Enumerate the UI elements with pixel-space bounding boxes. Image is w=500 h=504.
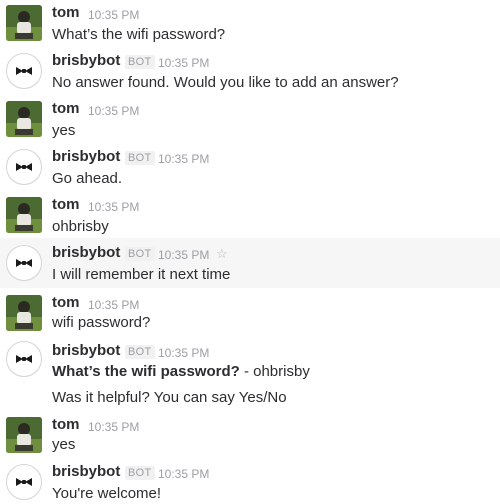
answer-line: What’s the wifi password? - ohbrisby bbox=[52, 363, 310, 380]
message-row: brisbybot BOT 10:35 PM You're welcome! bbox=[0, 458, 500, 502]
bot-badge: BOT bbox=[125, 151, 155, 165]
followup-text: Was it helpful? You can say Yes/No bbox=[52, 389, 287, 406]
message-row: brisbybot BOT 10:35 PM Go ahead. bbox=[0, 144, 500, 192]
message-text: ohbrisby bbox=[52, 218, 109, 235]
message-text: yes bbox=[52, 436, 76, 453]
message-text: yes bbox=[52, 122, 76, 139]
timestamp[interactable]: 10:35 PM bbox=[158, 152, 209, 166]
author-name[interactable]: brisbybot bbox=[52, 148, 120, 165]
message-row: brisbybot BOT 10:35 PM What’s the wifi p… bbox=[0, 338, 500, 412]
timestamp[interactable]: 10:35 PM bbox=[158, 56, 209, 70]
author-name[interactable]: tom bbox=[52, 4, 80, 21]
message-row: tom 10:35 PM wifi password? bbox=[0, 290, 500, 338]
bot-avatar[interactable] bbox=[6, 464, 42, 500]
message-row: tom 10:35 PM What’s the wifi password? bbox=[0, 0, 500, 48]
bowtie-icon bbox=[16, 163, 32, 171]
message-row: tom 10:35 PM yes bbox=[0, 412, 500, 460]
author-name[interactable]: tom bbox=[52, 294, 80, 311]
message-row: tom 10:35 PM yes bbox=[0, 96, 500, 144]
star-outline-icon[interactable]: ☆ bbox=[216, 246, 228, 262]
message-text: I will remember it next time bbox=[52, 266, 231, 283]
answer-value: - ohbrisby bbox=[239, 363, 310, 380]
author-name[interactable]: brisbybot bbox=[52, 463, 120, 480]
author-name[interactable]: brisbybot bbox=[52, 342, 120, 359]
timestamp[interactable]: 10:35 PM bbox=[158, 248, 209, 262]
message-text: Go ahead. bbox=[52, 170, 123, 187]
timestamp[interactable]: 10:35 PM bbox=[158, 346, 209, 360]
message-text: No answer found. Would you like to add a… bbox=[52, 74, 399, 91]
author-name[interactable]: tom bbox=[52, 100, 80, 117]
bot-avatar[interactable] bbox=[6, 149, 42, 185]
bowtie-icon bbox=[16, 259, 32, 267]
bowtie-icon bbox=[16, 478, 32, 486]
timestamp[interactable]: 10:35 PM bbox=[88, 420, 139, 434]
timestamp[interactable]: 10:35 PM bbox=[88, 200, 139, 214]
bowtie-icon bbox=[16, 355, 32, 363]
message-text: wifi password? bbox=[52, 314, 151, 331]
timestamp[interactable]: 10:35 PM bbox=[88, 8, 139, 22]
bot-avatar[interactable] bbox=[6, 341, 42, 377]
bot-avatar[interactable] bbox=[6, 53, 42, 89]
timestamp[interactable]: 10:35 PM bbox=[158, 467, 209, 481]
bot-badge: BOT bbox=[125, 466, 155, 480]
message-row: brisbybot BOT 10:35 PM No answer found. … bbox=[0, 48, 500, 96]
message-text: What’s the wifi password? bbox=[52, 26, 226, 43]
timestamp[interactable]: 10:35 PM bbox=[88, 104, 139, 118]
user-avatar[interactable] bbox=[6, 5, 42, 41]
timestamp[interactable]: 10:35 PM bbox=[88, 298, 139, 312]
bot-badge: BOT bbox=[125, 247, 155, 261]
bot-badge: BOT bbox=[125, 345, 155, 359]
bot-avatar[interactable] bbox=[6, 245, 42, 281]
user-avatar[interactable] bbox=[6, 101, 42, 137]
answer-question: What’s the wifi password? bbox=[52, 363, 240, 380]
author-name[interactable]: brisbybot bbox=[52, 244, 120, 261]
author-name[interactable]: tom bbox=[52, 416, 80, 433]
author-name[interactable]: brisbybot bbox=[52, 52, 120, 69]
message-row: tom 10:35 PM ohbrisby bbox=[0, 192, 500, 238]
bowtie-icon bbox=[16, 67, 32, 75]
user-avatar[interactable] bbox=[6, 295, 42, 331]
message-text: You're welcome! bbox=[52, 485, 162, 502]
bot-badge: BOT bbox=[125, 55, 155, 69]
user-avatar[interactable] bbox=[6, 197, 42, 233]
user-avatar[interactable] bbox=[6, 417, 42, 453]
message-row-hovered[interactable]: brisbybot BOT 10:35 PM ☆ I will remember… bbox=[0, 238, 500, 288]
author-name[interactable]: tom bbox=[52, 196, 80, 213]
